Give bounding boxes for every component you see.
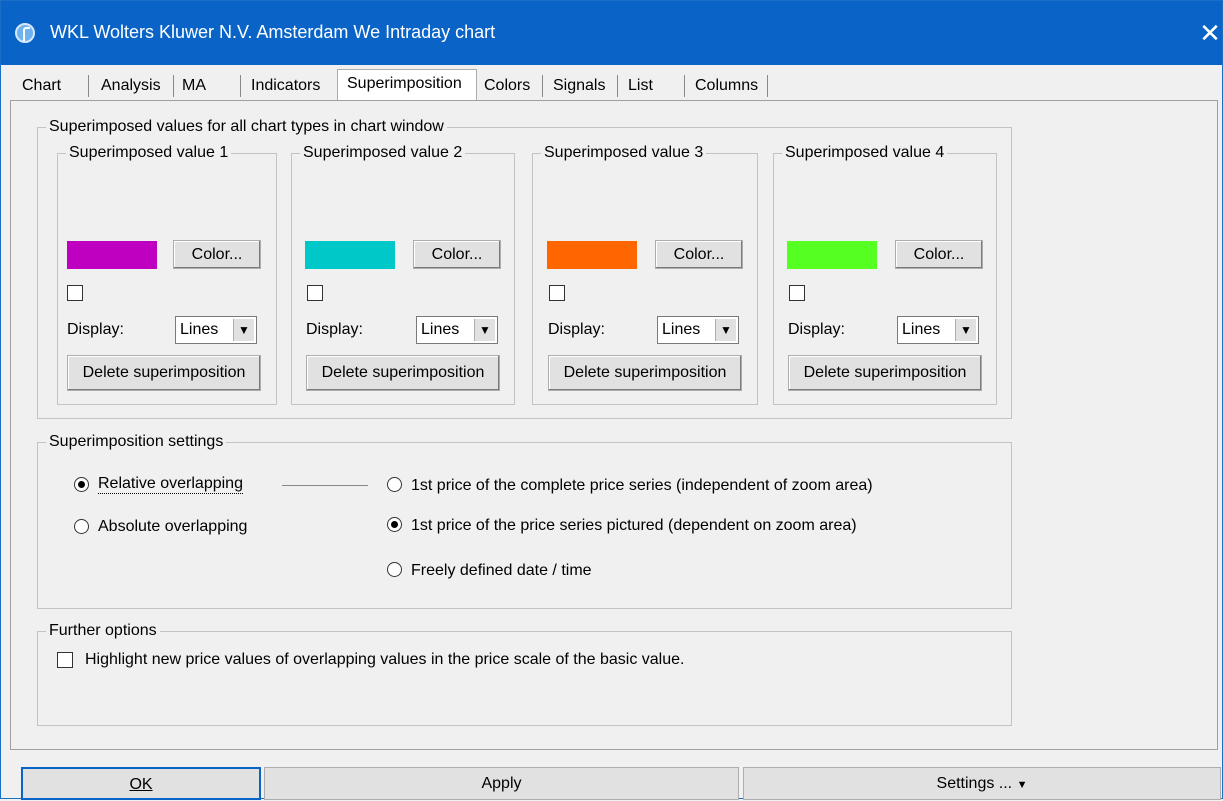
value-title: Superimposed value 2	[300, 144, 465, 162]
display-select[interactable]: Lines ▼	[897, 316, 979, 344]
close-icon[interactable]: ✕	[1193, 15, 1223, 51]
tab-analysis[interactable]: Analysis	[101, 71, 161, 101]
absolute-overlapping-radio[interactable]	[74, 519, 89, 534]
chevron-down-icon: ▼	[474, 319, 495, 341]
value-title: Superimposed value 3	[541, 144, 706, 162]
color-button[interactable]: Color...	[173, 240, 261, 269]
dialog-window: WKL Wolters Kluwer N.V. Amsterdam We Int…	[0, 0, 1223, 799]
display-label: Display:	[548, 321, 605, 339]
display-select-value: Lines	[662, 321, 700, 339]
value-title: Superimposed value 4	[782, 144, 947, 162]
delete-superimposition-button[interactable]: Delete superimposition	[548, 355, 742, 391]
chevron-down-icon: ▼	[715, 319, 736, 341]
further-options-group: Further options	[37, 631, 1012, 726]
tab-columns[interactable]: Columns	[695, 71, 758, 101]
tab-separator	[767, 75, 768, 97]
tab-signals[interactable]: Signals	[553, 71, 605, 101]
display-select-value: Lines	[180, 321, 218, 339]
display-select-value: Lines	[902, 321, 940, 339]
delete-superimposition-button[interactable]: Delete superimposition	[306, 355, 500, 391]
value-4-checkbox[interactable]	[789, 285, 805, 301]
color-swatch	[305, 241, 395, 269]
chevron-down-icon: ▼	[1017, 779, 1028, 791]
tab-indicators[interactable]: Indicators	[251, 71, 320, 101]
settings-button-label: Settings ...	[937, 775, 1013, 792]
relative-overlapping-radio[interactable]	[74, 477, 89, 492]
tab-separator	[542, 75, 543, 97]
settings-button[interactable]: Settings ... ▼	[743, 767, 1221, 800]
display-label: Display:	[788, 321, 845, 339]
tab-separator	[617, 75, 618, 97]
color-button[interactable]: Color...	[895, 240, 983, 269]
group-title: Superimposition settings	[46, 433, 226, 451]
apply-button[interactable]: Apply	[264, 767, 739, 800]
connector-line	[282, 485, 368, 486]
relative-overlapping-label[interactable]: Relative overlapping	[98, 475, 243, 494]
tab-superimposition[interactable]: Superimposition	[337, 69, 477, 102]
ok-button[interactable]: OK	[21, 767, 261, 800]
tab-separator	[684, 75, 685, 97]
group-title: Superimposed values for all chart types …	[46, 118, 447, 136]
display-label: Display:	[306, 321, 363, 339]
value-1-checkbox[interactable]	[67, 285, 83, 301]
display-label: Display:	[67, 321, 124, 339]
value-title: Superimposed value 1	[66, 144, 231, 162]
pictured-series-label[interactable]: 1st price of the price series pictured (…	[411, 517, 857, 535]
color-button[interactable]: Color...	[413, 240, 501, 269]
tab-ma[interactable]: MA	[182, 71, 206, 101]
highlight-checkbox[interactable]	[57, 652, 73, 668]
chevron-down-icon: ▼	[955, 319, 976, 341]
color-swatch	[787, 241, 877, 269]
color-swatch	[67, 241, 157, 269]
display-select[interactable]: Lines ▼	[416, 316, 498, 344]
group-title: Further options	[46, 622, 160, 640]
title-bar: WKL Wolters Kluwer N.V. Amsterdam We Int…	[1, 1, 1222, 65]
tab-chart[interactable]: Chart	[22, 71, 61, 101]
ok-button-label: OK	[129, 776, 152, 793]
tab-list[interactable]: List	[628, 71, 653, 101]
value-3-checkbox[interactable]	[549, 285, 565, 301]
tab-separator	[173, 75, 174, 97]
highlight-label[interactable]: Highlight new price values of overlappin…	[85, 651, 684, 669]
absolute-overlapping-label[interactable]: Absolute overlapping	[98, 518, 247, 536]
display-select[interactable]: Lines ▼	[175, 316, 257, 344]
window-title: WKL Wolters Kluwer N.V. Amsterdam We Int…	[50, 22, 495, 43]
tab-separator	[240, 75, 241, 97]
freely-defined-radio[interactable]	[387, 562, 402, 577]
chevron-down-icon: ▼	[233, 319, 254, 341]
display-select-value: Lines	[421, 321, 459, 339]
tab-colors[interactable]: Colors	[484, 71, 530, 101]
value-2-checkbox[interactable]	[307, 285, 323, 301]
delete-superimposition-button[interactable]: Delete superimposition	[67, 355, 261, 391]
complete-series-label[interactable]: 1st price of the complete price series (…	[411, 477, 873, 495]
tab-strip: Chart Analysis MA Indicators Superimposi…	[11, 71, 1211, 101]
pictured-series-radio[interactable]	[387, 517, 402, 532]
delete-superimposition-button[interactable]: Delete superimposition	[788, 355, 982, 391]
tab-separator	[88, 75, 89, 97]
complete-series-radio[interactable]	[387, 477, 402, 492]
color-swatch	[547, 241, 637, 269]
color-button[interactable]: Color...	[655, 240, 743, 269]
freely-defined-label[interactable]: Freely defined date / time	[411, 562, 592, 580]
display-select[interactable]: Lines ▼	[657, 316, 739, 344]
app-icon	[15, 23, 35, 43]
